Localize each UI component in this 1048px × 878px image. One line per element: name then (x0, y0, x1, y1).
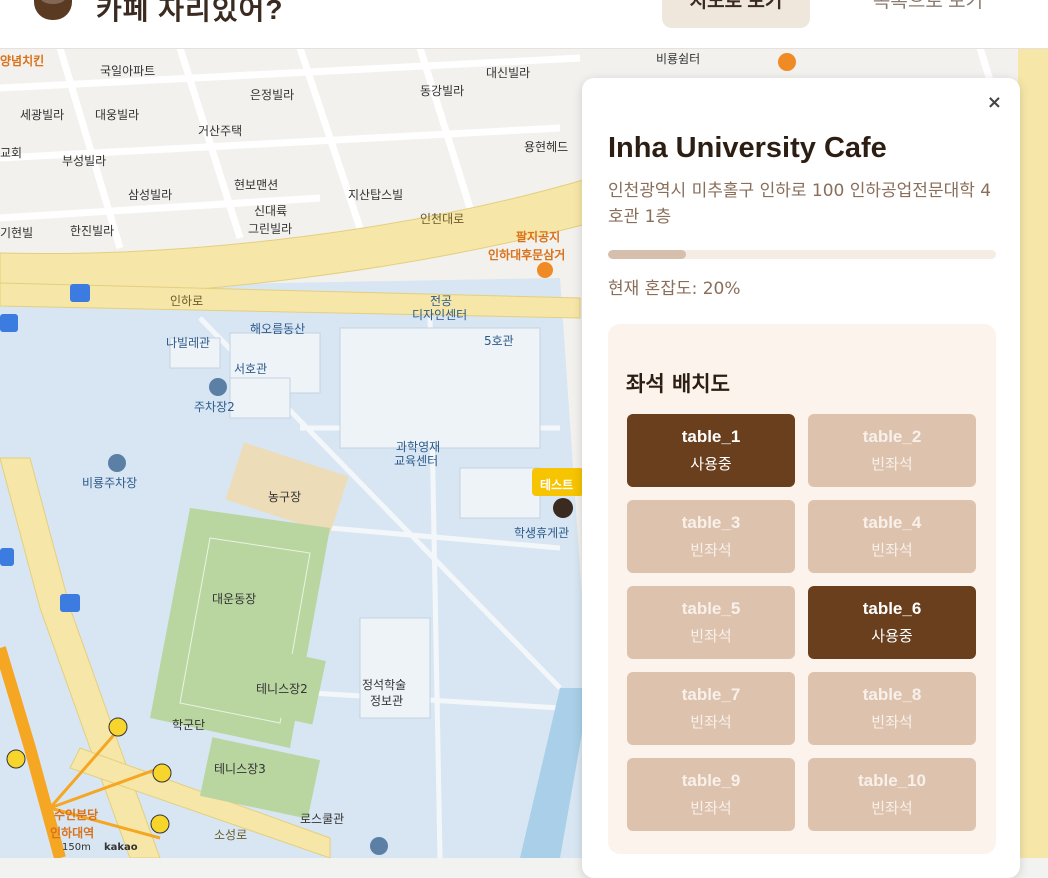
seat-table-7[interactable]: table_7 빈좌석 (627, 672, 795, 745)
map-label: 농구장 (268, 490, 302, 504)
map-label: 팔지공지 (516, 230, 561, 244)
cafe-detail-panel: × Inha University Cafe 인천광역시 미추홀구 인하로 10… (582, 78, 1020, 878)
map-label: 정보관 (370, 694, 404, 708)
map-label: 세광빌라 (20, 108, 65, 122)
map-label: 동강빌라 (420, 84, 465, 98)
congestion-progress-fill (608, 250, 686, 259)
map-label: 수인분당 (54, 808, 99, 822)
map-label: 정석학술 (362, 678, 407, 692)
congestion-progress-bar (608, 250, 996, 259)
map-label: 양념치킨 (0, 54, 45, 68)
map-label: 현보맨션 (234, 178, 279, 192)
map-label: 비룡주차장 (82, 476, 138, 490)
seat-status: 빈좌석 (871, 713, 913, 731)
map-label: 부성빌라 (62, 154, 107, 168)
map-attribution: kakao (104, 842, 138, 853)
map-label: 서호관 (234, 362, 268, 376)
seat-status: 사용중 (690, 455, 732, 473)
seat-name: table_5 (681, 599, 741, 618)
map-label: 한진빌라 (70, 224, 115, 238)
map-label: 교육센터 (394, 454, 439, 468)
map-scale: 150m (62, 842, 91, 853)
right-road (1018, 48, 1048, 858)
map-label: 은정빌라 (250, 88, 295, 102)
seat-grid: table_1 사용중 table_2 빈좌석 table_3 빈좌석 table_4 빈좌석… (627, 414, 977, 831)
seat-table-2[interactable]: table_2 빈좌석 (808, 414, 976, 487)
seat-name: table_9 (681, 771, 741, 790)
map-label: 기현빌 (0, 226, 34, 240)
seat-table-6[interactable]: table_6 사용중 (808, 586, 976, 659)
map-label: 거산주택 (198, 124, 243, 138)
map-label: 지산탑스빌 (348, 188, 404, 202)
seat-status: 빈좌석 (871, 799, 913, 817)
map-label: 나빌레관 (166, 336, 211, 350)
map-label: 소성로 (214, 828, 248, 842)
list-view-button[interactable]: 목록으로 보기 (848, 0, 1008, 28)
map-label: 교회 (0, 146, 23, 160)
map-label: 주차장2 (194, 400, 235, 414)
map-label: 용현헤드 (524, 140, 569, 154)
map-label: 해오름동산 (250, 322, 306, 336)
seat-status: 빈좌석 (871, 455, 913, 473)
poi-icon (537, 262, 553, 278)
seat-name: table_4 (862, 513, 922, 532)
map-label: 삼성빌라 (128, 188, 173, 202)
seat-name: table_3 (681, 513, 741, 532)
seat-name: table_2 (862, 427, 922, 446)
seat-name: table_8 (862, 685, 922, 704)
map-label: 디자인센터 (412, 308, 468, 322)
cafe-address: 인천광역시 미추홀구 인하로 100 인하공업전문대학 4호관 1층 (608, 181, 992, 227)
seat-status: 빈좌석 (871, 541, 913, 559)
map-label: 대웅빌라 (95, 108, 140, 122)
map-label: 대신빌라 (486, 66, 531, 80)
coffee-cup-icon (34, 0, 72, 20)
close-icon[interactable]: × (987, 92, 1002, 113)
map-label: 학생휴게관 (514, 526, 570, 540)
seat-table-10[interactable]: table_10 빈좌석 (808, 758, 976, 831)
map-label: 비룡쉼터 (656, 52, 701, 66)
seat-map: 좌석 배치도 table_1 사용중 table_2 빈좌석 table_3 빈좌석 tab… (608, 324, 996, 854)
map-label: 테니스장2 (256, 682, 308, 696)
map-label: 인하대후문삼거 (488, 248, 566, 262)
map-label: 학군단 (172, 718, 206, 732)
seat-status: 사용중 (871, 627, 913, 645)
map-label: 5호관 (484, 334, 514, 348)
congestion-label: 현재 혼잡도: 20% (608, 279, 741, 299)
seat-status: 빈좌석 (690, 541, 732, 559)
app-header: 카페 자리있어? 지도로 보기 목록으로 보기 (0, 0, 1048, 49)
map-label: 테스트 (540, 478, 574, 492)
seat-name: table_10 (857, 771, 927, 790)
cafe-name: Inha University Cafe (608, 132, 887, 164)
map-label: 국일아파트 (100, 64, 156, 78)
map-label: 신대륙 (254, 204, 288, 218)
seat-status: 빈좌석 (690, 799, 732, 817)
seat-table-3[interactable]: table_3 빈좌석 (627, 500, 795, 573)
map-label: 대운동장 (212, 592, 257, 606)
map-view-button[interactable]: 지도로 보기 (662, 0, 810, 28)
cafe-marker-icon[interactable] (553, 498, 573, 518)
seat-table-5[interactable]: table_5 빈좌석 (627, 586, 795, 659)
map-label: 인하대역 (50, 826, 95, 840)
poi-icon-2 (778, 53, 796, 71)
map-label: 로스쿨관 (300, 812, 345, 826)
map-label: 그린빌라 (248, 222, 293, 236)
app-title: 카페 자리있어? (96, 0, 284, 25)
seat-map-title: 좌석 배치도 (626, 372, 730, 396)
seat-status: 빈좌석 (690, 713, 732, 731)
seat-table-9[interactable]: table_9 빈좌석 (627, 758, 795, 831)
seat-table-4[interactable]: table_4 빈좌석 (808, 500, 976, 573)
seat-name: table_1 (681, 427, 741, 446)
seat-table-8[interactable]: table_8 빈좌석 (808, 672, 976, 745)
seat-name: table_7 (681, 685, 741, 704)
seat-table-1[interactable]: table_1 사용중 (627, 414, 795, 487)
map-label: 테니스장3 (214, 762, 266, 776)
map-label: 인천대로 (420, 212, 465, 226)
seat-name: table_6 (862, 599, 922, 618)
map-label: 인하로 (170, 294, 204, 308)
seat-status: 빈좌석 (690, 627, 732, 645)
